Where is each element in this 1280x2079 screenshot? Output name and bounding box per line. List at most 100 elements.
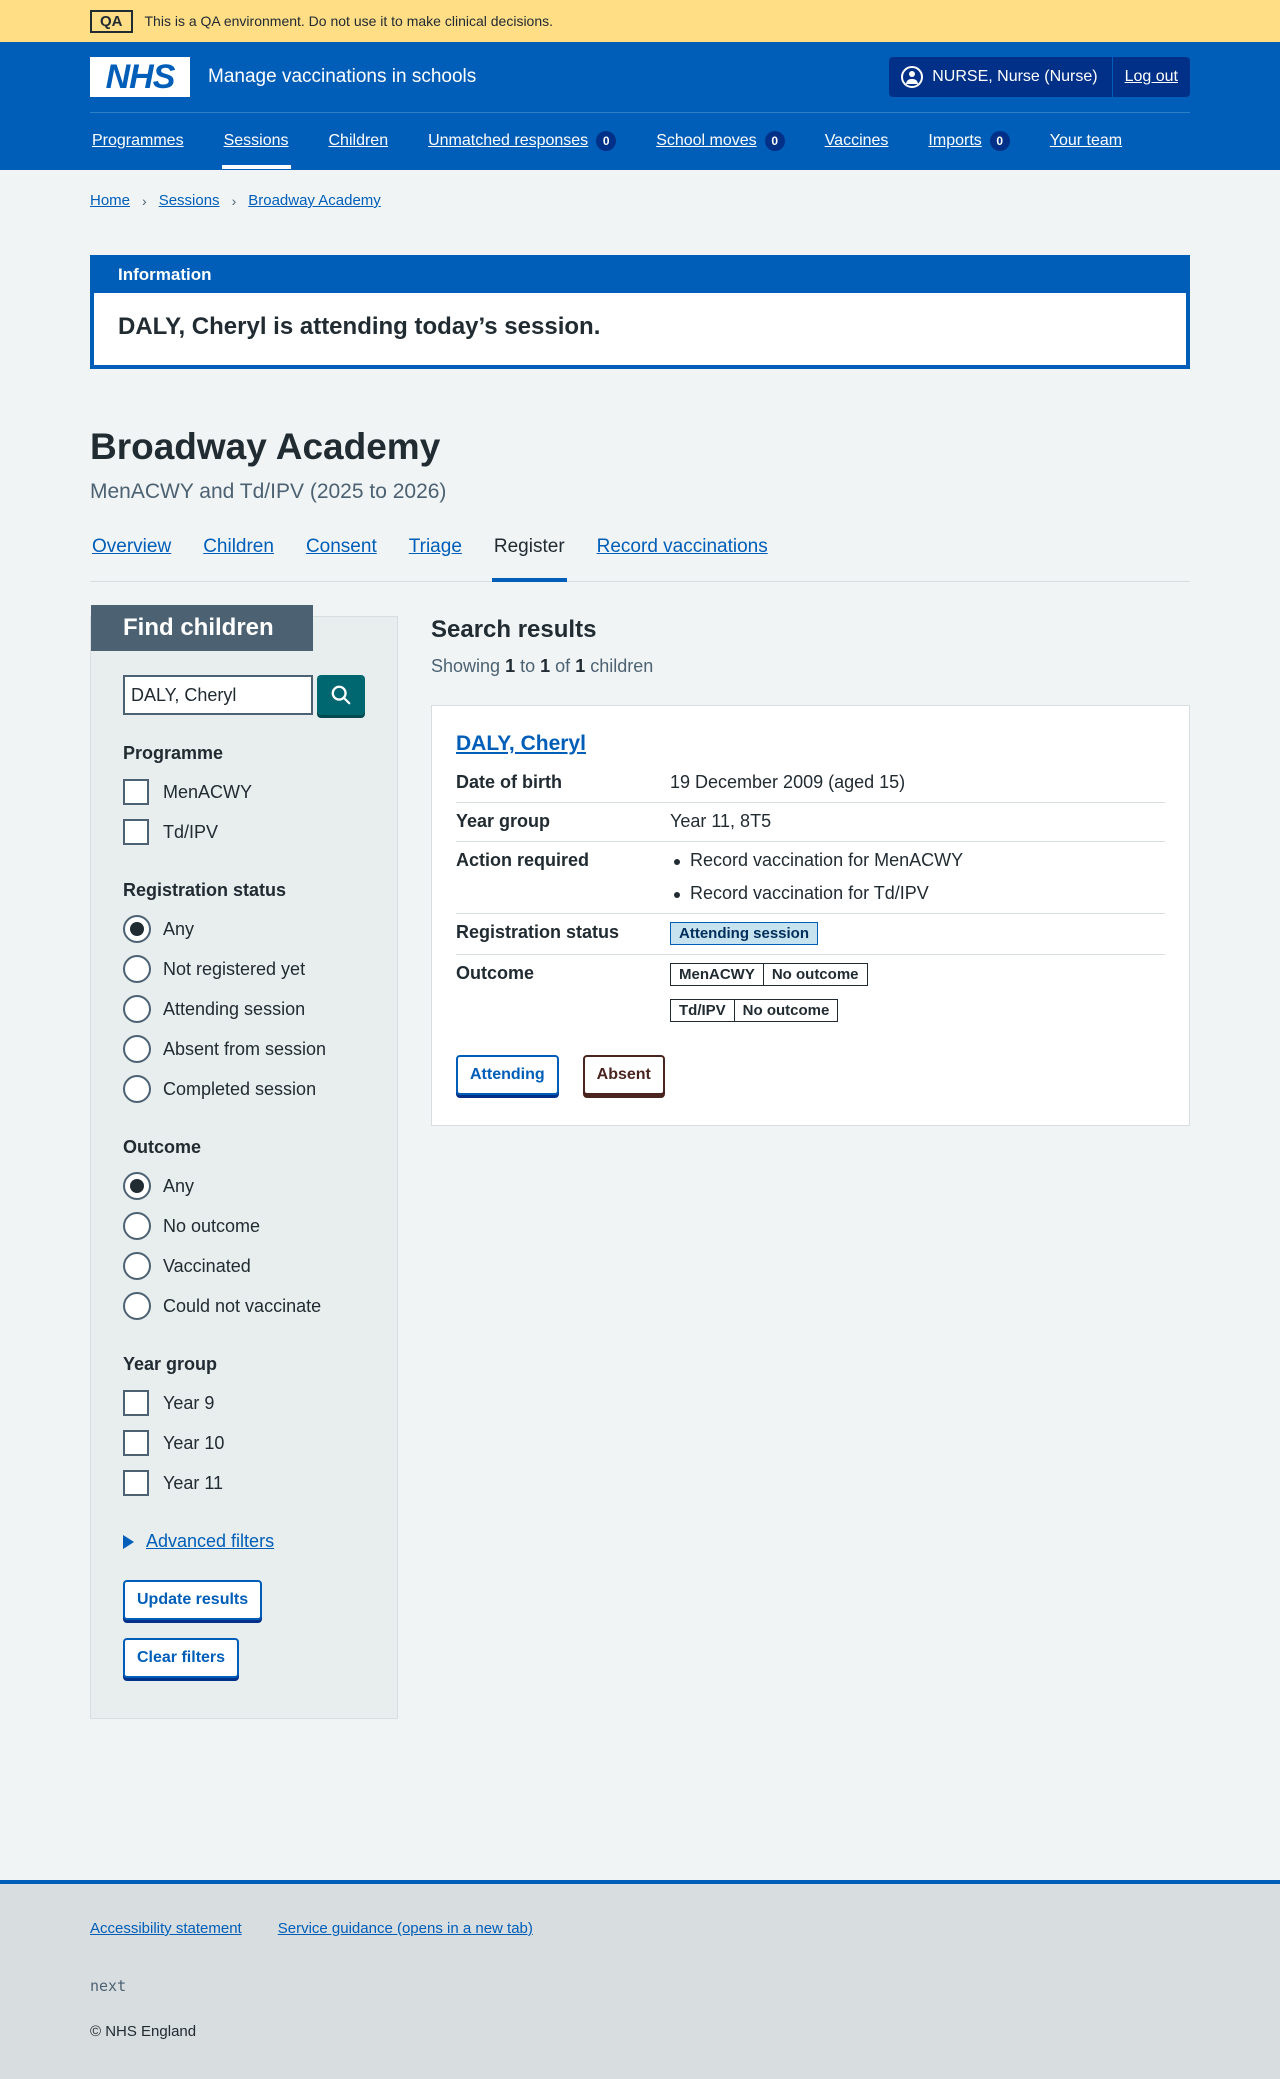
information-callout: Information DALY, Cheryl is attending to… — [90, 255, 1190, 369]
year-group-label: Year group — [123, 1354, 218, 1374]
year-group-option[interactable]: Year 9 — [123, 1383, 365, 1423]
tab-overview[interactable]: Overview — [90, 536, 173, 581]
accessibility-statement-link[interactable]: Accessibility statement — [90, 1920, 242, 1937]
child-summary: Date of birth 19 December 2009 (aged 15)… — [456, 764, 1165, 1031]
tab-consent[interactable]: Consent — [304, 536, 379, 581]
nav-item-your-team[interactable]: Your team — [1048, 113, 1124, 169]
outcome-programme: MenACWY — [671, 964, 763, 985]
account-user: NURSE, Nurse (Nurse) — [889, 57, 1113, 97]
nav-item-school-moves[interactable]: School moves 0 — [654, 113, 787, 169]
checkbox[interactable] — [123, 1390, 149, 1416]
outcome-status: No outcome — [762, 964, 867, 985]
option-label: MenACWY — [163, 781, 253, 802]
year-group-option[interactable]: Year 11 — [123, 1463, 365, 1503]
outcome-status: No outcome — [733, 1000, 838, 1021]
triangle-right-icon — [123, 1534, 134, 1549]
registration-option[interactable]: Absent from session — [123, 1029, 365, 1069]
search-button[interactable] — [317, 675, 365, 715]
programme-option[interactable]: Td/IPV — [123, 812, 365, 852]
breadcrumb-sessions[interactable]: Sessions — [159, 192, 220, 209]
tab-register[interactable]: Register — [491, 536, 567, 582]
nav-item-imports[interactable]: Imports 0 — [926, 113, 1011, 169]
summary-row-dob: Date of birth 19 December 2009 (aged 15) — [456, 764, 1165, 803]
clear-filters-button[interactable]: Clear filters — [123, 1638, 240, 1678]
session-tabs: Overview Children Consent Triage Registe… — [90, 536, 1190, 582]
tab-children[interactable]: Children — [201, 536, 276, 581]
option-label: No outcome — [163, 1215, 261, 1236]
radio[interactable] — [123, 1212, 151, 1240]
summary-key: Action required — [456, 850, 590, 870]
registration-option[interactable]: Not registered yet — [123, 949, 365, 989]
radio-selected[interactable] — [123, 915, 151, 943]
tab-record-vaccinations[interactable]: Record vaccinations — [595, 536, 770, 581]
service-guidance-link[interactable]: Service guidance (opens in a new tab) — [278, 1920, 533, 1937]
programme-option[interactable]: MenACWY — [123, 772, 365, 812]
nav-item-sessions[interactable]: Sessions — [221, 113, 291, 169]
nav-link[interactable]: Sessions — [224, 132, 289, 150]
nav-link[interactable]: Imports — [928, 132, 981, 150]
qa-tag: QA — [90, 9, 133, 33]
checkbox[interactable] — [123, 779, 149, 805]
qa-banner-text: This is a QA environment. Do not use it … — [144, 13, 554, 29]
year-group-option[interactable]: Year 10 — [123, 1423, 365, 1463]
registration-option[interactable]: Any — [123, 909, 365, 949]
radio[interactable] — [123, 1252, 151, 1280]
checkbox[interactable] — [123, 1470, 149, 1496]
logout-link[interactable]: Log out — [1113, 68, 1190, 86]
nav-link[interactable]: Unmatched responses — [428, 132, 588, 150]
nav-link[interactable]: Vaccines — [825, 132, 889, 150]
nav-link[interactable]: School moves — [656, 132, 757, 150]
information-heading: Information — [94, 259, 1186, 293]
results-from: 1 — [505, 656, 516, 676]
update-results-button[interactable]: Update results — [123, 1580, 263, 1620]
advanced-filters-link[interactable]: Advanced filters — [146, 1531, 274, 1552]
nav-link[interactable]: Programmes — [92, 132, 184, 150]
results-showing: Showing — [431, 656, 501, 676]
nav-item-programmes[interactable]: Programmes — [90, 113, 186, 169]
nav-item-children[interactable]: Children — [327, 113, 391, 169]
outcome-option[interactable]: No outcome — [123, 1206, 365, 1246]
results-title: Search results — [431, 616, 597, 643]
advanced-filters-toggle[interactable]: Advanced filters — [123, 1531, 365, 1552]
outcome-option[interactable]: Vaccinated — [123, 1246, 365, 1286]
absent-button[interactable]: Absent — [582, 1055, 665, 1095]
summary-row-registration-status: Registration status Attending session — [456, 914, 1165, 955]
nhs-logo[interactable]: NHS — [90, 57, 190, 97]
checkbox[interactable] — [123, 1430, 149, 1456]
registration-option[interactable]: Completed session — [123, 1069, 365, 1109]
filters-panel: Find children Programme MenACWY Td/IPV R… — [90, 605, 398, 1719]
child-name-link[interactable]: DALY, Cheryl — [456, 732, 586, 755]
attending-button[interactable]: Attending — [456, 1055, 559, 1095]
service-name[interactable]: Manage vaccinations in schools — [208, 66, 476, 88]
outcome-option[interactable]: Any — [123, 1166, 365, 1206]
radio[interactable] — [123, 1075, 151, 1103]
radio[interactable] — [123, 1292, 151, 1320]
radio[interactable] — [123, 955, 151, 983]
summary-row-year-group: Year group Year 11, 8T5 — [456, 803, 1165, 842]
search-input[interactable] — [123, 675, 313, 715]
outcome-option[interactable]: Could not vaccinate — [123, 1286, 365, 1326]
nav-item-vaccines[interactable]: Vaccines — [823, 113, 891, 169]
breadcrumb-session[interactable]: Broadway Academy — [248, 192, 381, 209]
nav-link[interactable]: Your team — [1050, 132, 1122, 150]
nav-link[interactable]: Children — [329, 132, 389, 150]
option-label: Vaccinated — [163, 1255, 251, 1276]
account-menu: NURSE, Nurse (Nurse) Log out — [889, 57, 1190, 97]
checkbox[interactable] — [123, 819, 149, 845]
radio[interactable] — [123, 1035, 151, 1063]
radio[interactable] — [123, 995, 151, 1023]
nav-item-unmatched-responses[interactable]: Unmatched responses 0 — [426, 113, 618, 169]
option-label: Absent from session — [163, 1038, 327, 1059]
registration-option[interactable]: Attending session — [123, 989, 365, 1029]
information-message: DALY, Cheryl is attending today’s sessio… — [118, 313, 601, 340]
outcome-label: Outcome — [123, 1137, 202, 1157]
tab-triage[interactable]: Triage — [407, 536, 464, 581]
radio-selected[interactable] — [123, 1172, 151, 1200]
child-card: DALY, Cheryl Date of birth 19 December 2… — [431, 705, 1190, 1126]
option-label: Td/IPV — [163, 821, 219, 842]
breadcrumb-home[interactable]: Home — [90, 192, 130, 209]
summary-row-outcome: Outcome MenACWY No outcome Td/IPV No outco… — [456, 955, 1165, 1031]
footer: Accessibility statement Service guidance… — [0, 1880, 1280, 2079]
option-label: Any — [163, 918, 195, 939]
results-total: 1 — [575, 656, 586, 676]
